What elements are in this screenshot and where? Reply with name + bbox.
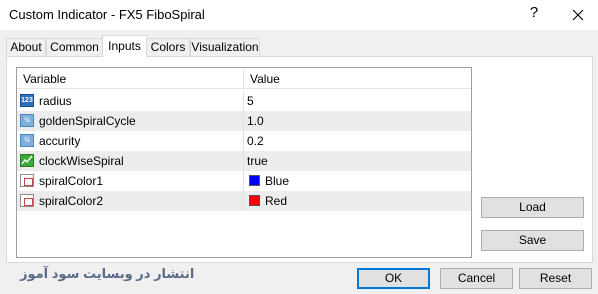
help-button[interactable]: ?	[524, 4, 544, 21]
row-name: radius	[39, 94, 72, 108]
reset-button[interactable]: Reset	[519, 268, 592, 289]
row-name: accurity	[39, 134, 81, 148]
row-name: spiralColor2	[39, 194, 104, 208]
header-value[interactable]: Value	[250, 72, 280, 86]
row-value[interactable]: true	[247, 154, 268, 168]
tab-inputs[interactable]: Inputs	[102, 35, 147, 57]
window-title: Custom Indicator - FX5 FiboSpiral	[9, 7, 205, 22]
row-value[interactable]: 0.2	[247, 134, 264, 148]
header-variable[interactable]: Variable	[23, 72, 66, 86]
close-icon	[572, 9, 584, 21]
column-divider	[243, 91, 244, 111]
color-icon	[20, 194, 34, 207]
color-icon	[20, 174, 34, 187]
double-icon: ½	[20, 114, 34, 127]
color-swatch	[249, 195, 260, 206]
table-row[interactable]: ½ goldenSpiralCycle 1.0	[17, 111, 471, 131]
save-button[interactable]: Save	[481, 230, 584, 251]
cancel-button[interactable]: Cancel	[440, 268, 513, 289]
title-bar: Custom Indicator - FX5 FiboSpiral ?	[0, 0, 598, 30]
row-value[interactable]: 5	[247, 94, 254, 108]
tab-about[interactable]: About	[6, 38, 46, 56]
close-button[interactable]	[567, 2, 589, 26]
row-name: spiralColor1	[39, 174, 104, 188]
double-icon: ½	[20, 134, 34, 147]
row-value[interactable]: 1.0	[247, 114, 264, 128]
column-divider	[243, 191, 244, 211]
column-divider	[243, 111, 244, 131]
table-row[interactable]: clockWiseSpiral true	[17, 151, 471, 171]
row-name: clockWiseSpiral	[39, 154, 124, 168]
column-divider	[243, 131, 244, 151]
ok-button[interactable]: OK	[357, 268, 430, 289]
table-row[interactable]: spiralColor1 Blue	[17, 171, 471, 191]
load-button[interactable]: Load	[481, 197, 584, 218]
column-divider	[243, 171, 244, 191]
table-row[interactable]: 123 radius 5	[17, 91, 471, 111]
integer-icon: 123	[20, 94, 34, 107]
table-row[interactable]: ½ accurity 0.2	[17, 131, 471, 151]
table-row[interactable]: spiralColor2 Red	[17, 191, 471, 211]
row-value[interactable]: Blue	[265, 174, 289, 188]
bool-icon	[20, 154, 34, 167]
row-value[interactable]: Red	[265, 194, 287, 208]
header-divider[interactable]	[243, 68, 244, 88]
row-name: goldenSpiralCycle	[39, 114, 136, 128]
tab-colors[interactable]: Colors	[146, 38, 190, 56]
column-divider	[243, 151, 244, 171]
tab-common[interactable]: Common	[46, 38, 103, 56]
inputs-grid: Variable Value 123 radius 5 ½ goldenSpir…	[16, 67, 472, 258]
color-swatch	[249, 175, 260, 186]
tab-visualization[interactable]: Visualization	[190, 38, 260, 56]
grid-header: Variable Value	[17, 68, 471, 89]
watermark-text: انتشار در وبسایت سود آموز	[20, 266, 195, 281]
